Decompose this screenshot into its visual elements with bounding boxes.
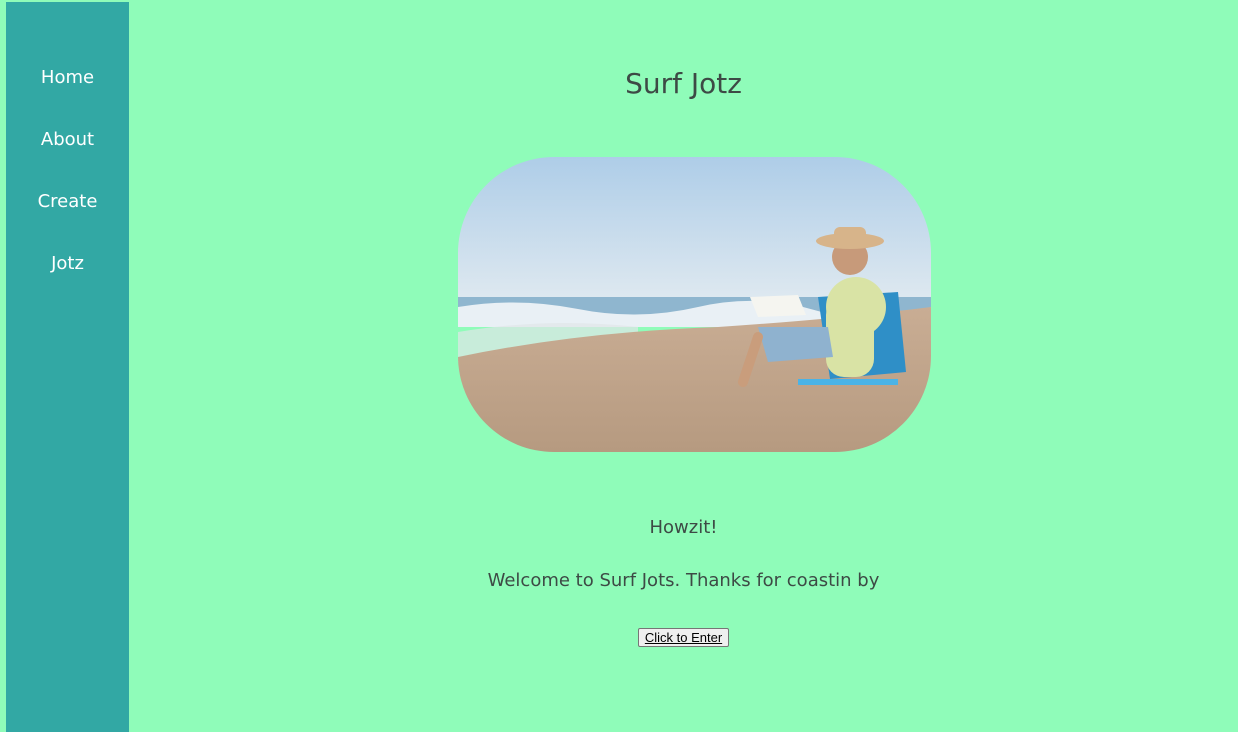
sidebar-item-home[interactable]: Home xyxy=(6,66,129,90)
sidebar-item-about[interactable]: About xyxy=(6,128,129,152)
main-content: Surf Jotz Howzit! Welcome to Surf Jots. … xyxy=(129,0,1238,732)
welcome-text: Welcome to Surf Jots. Thanks for coastin… xyxy=(487,570,880,591)
sidebar-item-jotz[interactable]: Jotz xyxy=(6,252,129,276)
enter-button[interactable]: Click to Enter xyxy=(637,628,730,647)
greeting-text: Howzit! xyxy=(649,517,718,538)
enter-button-wrap: Click to Enter xyxy=(129,627,1238,647)
hero-image xyxy=(458,157,931,452)
sidebar: Home About Create Jotz xyxy=(6,2,129,732)
sidebar-item-create[interactable]: Create xyxy=(6,190,129,214)
page: Home About Create Jotz Surf Jotz Howzit!… xyxy=(0,0,1238,732)
beach-photo-icon xyxy=(458,157,931,452)
page-title: Surf Jotz xyxy=(625,67,742,100)
